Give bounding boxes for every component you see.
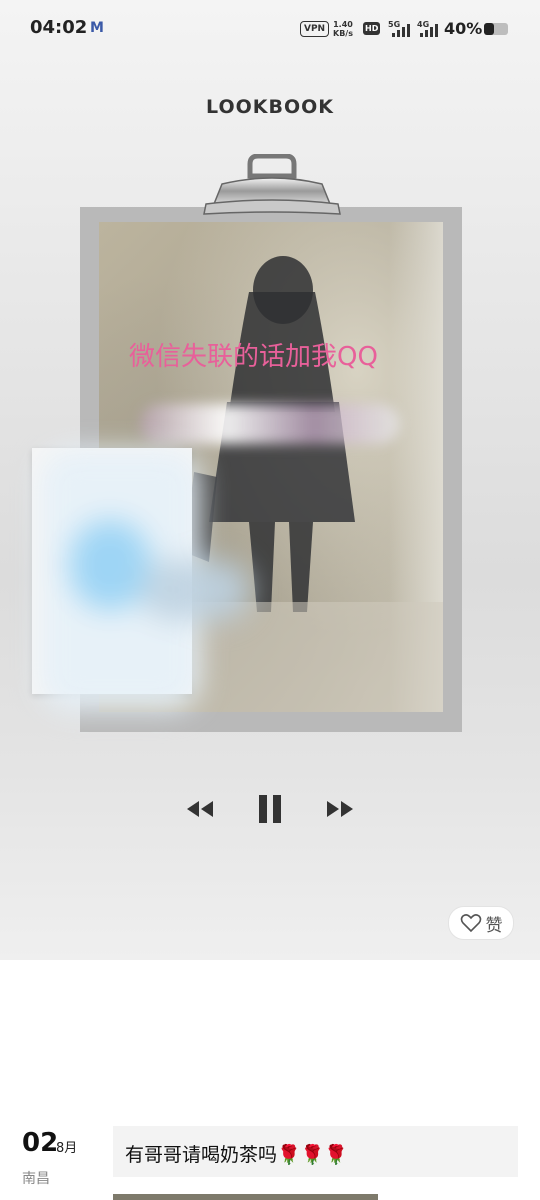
fast-forward-button[interactable] [320, 790, 360, 828]
pause-button[interactable] [250, 790, 290, 828]
battery-icon [484, 23, 508, 35]
post-text: 有哥哥请喝奶茶吗🌹🌹🌹 [125, 1144, 348, 1166]
rewind-icon [187, 801, 213, 817]
post-day: 02 [22, 1128, 59, 1158]
post-month: 8月 [56, 1141, 78, 1156]
blurred-sticker-overlay [30, 430, 250, 750]
signal-5g-icon [392, 23, 416, 37]
battery-percent: 40% [444, 19, 483, 38]
next-post-thumbnail[interactable] [113, 1194, 378, 1200]
pause-icon [259, 795, 281, 823]
network-speed: 1.40 KB/s [333, 20, 353, 38]
music-hero: 04:02 M VPN 1.40 KB/s HD 5G 4G 40% LOOKB… [0, 0, 540, 960]
like-button[interactable]: 赞 [448, 906, 514, 940]
photo-caption: 微信失联的话加我QQ [129, 342, 378, 372]
signal-4g-icon [420, 23, 444, 37]
speed-unit: KB/s [333, 29, 353, 38]
page-title: LOOKBOOK [206, 96, 334, 118]
status-bar: 04:02 M VPN 1.40 KB/s HD 5G 4G 40% [0, 0, 540, 60]
vpn-icon: VPN [300, 21, 330, 37]
hd-icon: HD [363, 22, 381, 35]
heart-icon [460, 914, 481, 933]
status-time: 04:02 [30, 17, 88, 38]
fast-forward-icon [327, 801, 353, 817]
app-notification-icon: M [90, 20, 104, 36]
post-card[interactable]: 有哥哥请喝奶茶吗🌹🌹🌹 [113, 1126, 518, 1177]
battery-fill [484, 23, 494, 35]
paper-clip-icon [203, 154, 341, 215]
like-label: 赞 [485, 915, 503, 936]
post-location: 南昌 [22, 1171, 50, 1187]
rewind-button[interactable] [180, 790, 220, 828]
speed-value: 1.40 [333, 20, 353, 29]
